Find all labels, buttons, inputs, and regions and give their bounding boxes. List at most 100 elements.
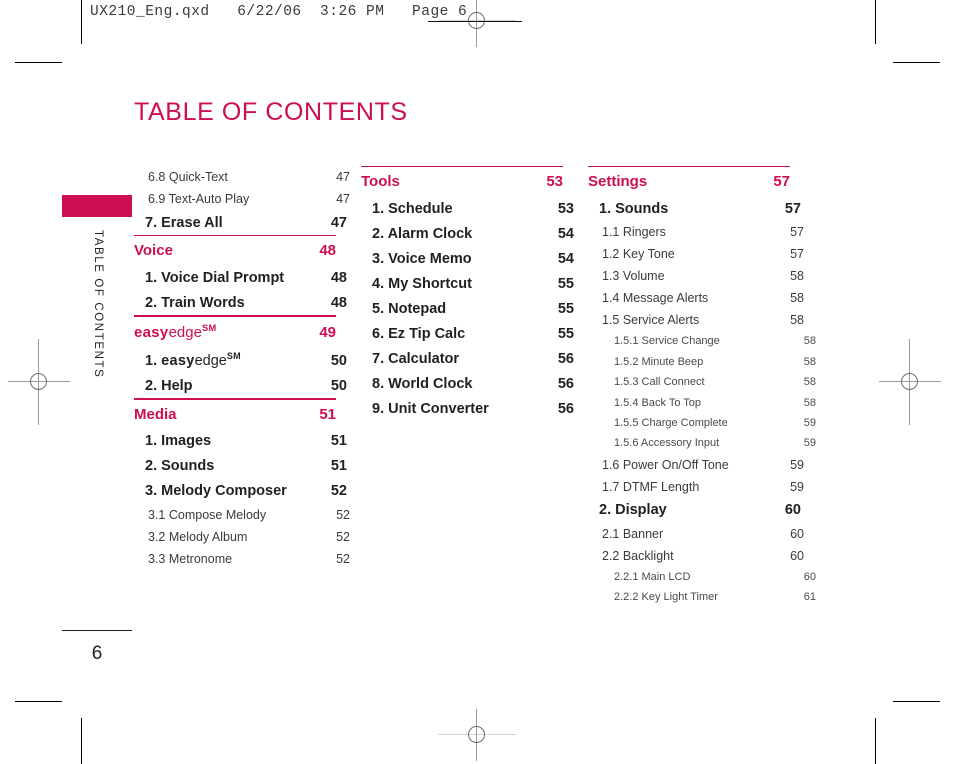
toc-entry-level-2[interactable]: 1.6 Power On/Off Tone 59: [588, 454, 804, 476]
toc-entry-level-2[interactable]: 6.9 Text-Auto Play 47: [134, 188, 350, 210]
toc-entry-level-2[interactable]: 3.3 Metronome 52: [134, 548, 350, 570]
registration-mark-right: [879, 339, 941, 425]
toc-entry-page-number: 58: [803, 355, 816, 368]
toc-entry-level-1[interactable]: 9. Unit Converter 56: [361, 396, 574, 421]
toc-entry-page-number: 54: [557, 225, 574, 242]
brand-servicemark: SM: [226, 351, 241, 362]
toc-entry-label: 1.5.5 Charge Complete: [614, 416, 728, 429]
toc-entry-level-3[interactable]: 2.2.1 Main LCD 60: [588, 567, 816, 587]
toc-entry-level-3[interactable]: 1.5.4 Back To Top 58: [588, 392, 816, 412]
toc-entry-level-2[interactable]: 6.8 Quick-Text 47: [134, 166, 350, 188]
toc-entry-level-1[interactable]: 4. My Shortcut 55: [361, 271, 574, 296]
toc-entry-page-number: 48: [330, 269, 347, 286]
toc-entry-page-number: 49: [319, 323, 336, 341]
crop-mark-bottom-right-horizontal: [893, 701, 940, 702]
toc-section: Voice 48 1. Voice Dial Prompt 48 2. Train Wo…: [134, 235, 347, 315]
toc-entry-level-2[interactable]: 1.7 DTMF Length 59: [588, 476, 804, 498]
toc-entry-label: Media: [134, 405, 177, 423]
toc-entry-level-1[interactable]: 5. Notepad 55: [361, 296, 574, 321]
toc-section: easyedgeSM 49 1. easyedgeSM 50 2. Help 50: [134, 315, 347, 398]
toc-entry-level-1[interactable]: 2. Train Words 48: [134, 290, 347, 315]
toc-entry-level-1[interactable]: 2. Sounds 51: [134, 454, 347, 479]
registration-mark-ring: [468, 726, 485, 743]
toc-entry-level-2[interactable]: 1.1 Ringers 57: [588, 221, 804, 243]
toc-section: Media 51 1. Images 51 2. Sounds 51 3. Melody C…: [134, 398, 350, 569]
toc-entry-level-1[interactable]: 7. Calculator 56: [361, 346, 574, 371]
toc-entry-page-number: 53: [557, 200, 574, 217]
toc-entry-page-number: 47: [336, 170, 350, 184]
crop-mark-top-right-horizontal: [893, 62, 940, 63]
toc-entry-label: 6.9 Text-Auto Play: [148, 192, 250, 206]
toc-entry-page-number: 58: [803, 396, 816, 409]
toc-entry-label: 1.7 DTMF Length: [602, 479, 700, 494]
section-divider-rule: [134, 398, 336, 400]
toc-entry-page-number: 57: [784, 200, 801, 217]
toc-entry-page-number: 51: [330, 458, 347, 475]
toc-entry-level-1[interactable]: 1. Schedule 53: [361, 196, 574, 221]
toc-entry-level-1[interactable]: 3. Voice Memo 54: [361, 246, 574, 271]
section-divider-rule: [134, 315, 336, 317]
toc-entry-level-1[interactable]: 3. Melody Composer 52: [134, 479, 347, 504]
toc-entry-level-2[interactable]: 1.2 Key Tone 57: [588, 243, 804, 265]
toc-entry-label: 2. Display: [599, 502, 667, 519]
toc-entry-label: 1.5.3 Call Connect: [614, 376, 705, 389]
toc-entry-label: 3. Voice Memo: [372, 250, 472, 267]
side-tab-label: TABLE OF CONTENTS: [92, 230, 104, 379]
toc-entry-level-1[interactable]: 1. Voice Dial Prompt 48: [134, 265, 347, 290]
toc-entry-page-number: 61: [803, 591, 816, 604]
brand-edge: edge: [194, 352, 227, 369]
toc-entry-label: 6. Ez Tip Calc: [372, 325, 466, 342]
toc-section-header[interactable]: Media 51: [134, 405, 336, 429]
toc-entry-level-2[interactable]: 1.4 Message Alerts 58: [588, 287, 804, 309]
toc-section-header[interactable]: Voice 48: [134, 241, 336, 265]
toc-entry-label: 1.5.4 Back To Top: [614, 396, 702, 409]
toc-entry-page-number: 55: [557, 325, 574, 342]
toc-entry-level-2[interactable]: 1.3 Volume 58: [588, 265, 804, 287]
toc-entry-page-number: 60: [803, 570, 816, 583]
toc-entry-page-number: 56: [557, 400, 574, 417]
brand-easy: easy: [161, 352, 195, 369]
toc-entry-page-number: 54: [557, 250, 574, 267]
toc-entry-page-number: 51: [319, 405, 336, 423]
toc-entry-level-2[interactable]: 2.2 Backlight 60: [588, 545, 804, 567]
toc-column-3: Settings 57 1. Sounds 57 1.1 Ringers 57 1.2 Ke…: [588, 166, 816, 607]
toc-entry-level-1[interactable]: 2. Alarm Clock 54: [361, 221, 574, 246]
toc-entry-level-1[interactable]: 1. easyedgeSM 50: [134, 347, 347, 374]
toc-entry-label: 2. Alarm Clock: [372, 225, 473, 242]
toc-entry-label: 2.2.1 Main LCD: [614, 570, 691, 583]
toc-entry-level-1[interactable]: 2. Display 60: [588, 498, 801, 523]
toc-entry-page-number: 58: [790, 269, 804, 284]
toc-entry-level-3[interactable]: 1.5.2 Minute Beep 58: [588, 352, 816, 372]
crop-mark-top-left-vertical: [81, 0, 82, 44]
toc-entry-level-2[interactable]: 1.5 Service Alerts 58: [588, 309, 804, 331]
toc-entry-level-1[interactable]: 8. World Clock 56: [361, 371, 574, 396]
file-slug-line: UX210_Eng.qxd 6/22/06 3:26 PM Page 6: [90, 4, 468, 20]
toc-section-header[interactable]: Tools 53: [361, 172, 563, 196]
toc-entry-level-2[interactable]: 2.1 Banner 60: [588, 523, 804, 545]
toc-entry-level-1[interactable]: 6. Ez Tip Calc 55: [361, 321, 574, 346]
toc-entry-label: 1.4 Message Alerts: [602, 291, 709, 306]
toc-entry-level-1[interactable]: 1. Images 51: [134, 429, 347, 454]
toc-entry-level-3[interactable]: 2.2.2 Key Light Timer 61: [588, 587, 816, 607]
toc-entry-page-number: 59: [803, 416, 816, 429]
toc-entry-level-1[interactable]: 1. Sounds 57: [588, 196, 801, 221]
toc-entry-level-3[interactable]: 1.5.1 Service Change 58: [588, 331, 816, 351]
toc-entry-level-1[interactable]: 7. Erase All 47: [134, 210, 347, 235]
toc-entry-label: 3.1 Compose Melody: [148, 507, 267, 522]
toc-section-header[interactable]: Settings 57: [588, 172, 790, 196]
toc-entry-level-3[interactable]: 1.5.5 Charge Complete 59: [588, 413, 816, 433]
toc-entry-label: 3.2 Melody Album: [148, 529, 248, 544]
toc-entry-page-number: 48: [319, 242, 336, 260]
toc-section-header[interactable]: easyedgeSM 49: [134, 322, 336, 347]
toc-entry-label: 1.5.6 Accessory Input: [614, 437, 720, 450]
toc-entry-level-2[interactable]: 3.1 Compose Melody 52: [134, 504, 350, 526]
toc-entry-level-1[interactable]: 2. Help 50: [134, 373, 347, 398]
toc-entry-page-number: 57: [773, 173, 790, 191]
toc-entry-page-number: 59: [803, 437, 816, 450]
toc-entry-page-number: 47: [336, 192, 350, 206]
toc-entry-label: 2. Sounds: [145, 458, 215, 475]
toc-entry-level-2[interactable]: 3.2 Melody Album 52: [134, 526, 350, 548]
page-number-rule: [62, 630, 132, 632]
toc-entry-level-3[interactable]: 1.5.3 Call Connect 58: [588, 372, 816, 392]
toc-entry-level-3[interactable]: 1.5.6 Accessory Input 59: [588, 433, 816, 453]
